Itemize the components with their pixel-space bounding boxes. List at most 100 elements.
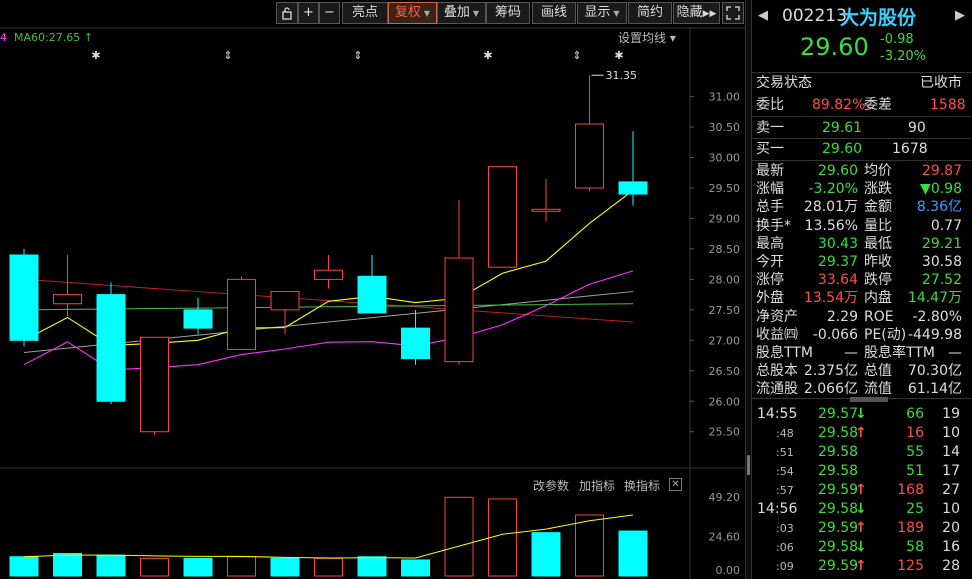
tick-row: :03 29.59 ↑ 189 20: [752, 519, 972, 538]
stat-label: 总股本: [756, 363, 798, 380]
stat-row: 涨幅 -3.20% 涨跌 ▼0.98: [752, 180, 972, 198]
trade-status-value: 已收市: [920, 75, 962, 91]
tick-time: 14:55: [757, 406, 798, 422]
sell1-price: 29.61: [822, 120, 863, 136]
next-stock-icon[interactable]: ▶: [955, 8, 965, 23]
stat-label: 涨停: [756, 272, 784, 289]
stat-row: 净资产 2.29 ROE -2.80%: [752, 308, 972, 326]
stat-value: -449.98: [907, 326, 962, 343]
stat-row: 总手 28.01万 金额 8.36亿: [752, 198, 972, 216]
hide-button[interactable]: 隐藏▶▶: [673, 2, 720, 24]
stat-value: 0.77: [930, 217, 962, 234]
panel-splitter[interactable]: [745, 0, 752, 579]
tick-row: :51 29.58 55 14: [752, 443, 972, 462]
stat-label: 净资产: [756, 308, 798, 325]
lock-icon[interactable]: [276, 2, 298, 24]
sell1-label: 卖一: [756, 120, 784, 136]
stat-label: 昨收: [864, 254, 892, 270]
price-axis-label: 28.00: [709, 273, 741, 286]
prev-stock-icon[interactable]: ◀: [758, 8, 768, 23]
stat-value: 33.64: [817, 272, 858, 289]
tick-row: :48 29.58 ↑ 16 10: [752, 424, 972, 443]
tick-price: 29.58: [818, 463, 859, 479]
tick-time: :48: [776, 427, 794, 440]
stat-value: 28.01万: [803, 199, 858, 216]
kline-chart-panel[interactable]: 31.00 30.50 30.00 29.50 29.00 28.50 28.00 27.50…: [0, 0, 746, 579]
add-indicator-button[interactable]: 加指标: [579, 477, 615, 494]
stat-row: 收益㈣ -0.066 PE(动) -449.98: [752, 326, 972, 344]
stat-label: 跌停: [864, 272, 892, 289]
stat-value: 61.14亿: [907, 381, 962, 398]
stat-value: ▼0.98: [920, 181, 962, 198]
stat-label: 最高: [756, 235, 784, 252]
ma60-legend: MA60:27.65 ↑: [14, 31, 93, 44]
splitter-grip-icon[interactable]: [747, 455, 750, 475]
stat-value: 2.066亿: [803, 381, 858, 398]
tick-price: 29.58: [818, 539, 859, 555]
stat-label: 股息TTM: [756, 345, 813, 361]
event-marker-icon: ⇕: [353, 49, 362, 62]
price-axis-label: 27.50: [709, 304, 741, 317]
switch-indicator-button[interactable]: 换指标: [624, 477, 660, 494]
volume-bar-up: [227, 556, 256, 577]
volume-bar-down: [401, 559, 430, 577]
stat-value: 8.36亿: [916, 199, 962, 216]
weibi-label: 委比: [756, 97, 784, 113]
tick-row: 14:56 29.58 ↓ 25 10: [752, 500, 972, 519]
stat-row: 外盘 13.54万 内盘 14.47万: [752, 289, 972, 307]
arrow-down-icon: ↓: [855, 539, 867, 555]
tick-price: 29.59: [818, 520, 859, 536]
stat-value: 70.30亿: [907, 363, 962, 380]
tick-price: 29.58: [818, 425, 859, 441]
arrow-up-icon: ↑: [855, 425, 867, 441]
highlight-button[interactable]: 亮点: [342, 2, 388, 24]
sell1-row: 卖一 29.61 90: [752, 118, 972, 138]
tick-volume: 16: [906, 425, 924, 441]
quote-panel: ◀ 002213 大为股份 ▶ 29.60 -0.98 -3.20% 交易状态 …: [752, 0, 972, 579]
tick-row: :57 29.59 ↑ 168 27: [752, 481, 972, 500]
arrow-up-icon: ↑: [855, 482, 867, 498]
stat-label: 换手*: [756, 217, 791, 234]
stat-label: 总手: [756, 199, 784, 216]
volume-axis-label: 24.60: [709, 531, 741, 544]
adjust-button[interactable]: 复权 ▼: [388, 2, 437, 24]
overlay-button[interactable]: 叠加 ▼: [437, 2, 486, 24]
stat-row: 总股本 2.375亿 总值 70.30亿: [752, 362, 972, 380]
stat-label: 最低: [864, 235, 892, 252]
candle-up: [444, 257, 474, 363]
stat-row: 换手* 13.56% 量比 0.77: [752, 217, 972, 235]
fullscreen-icon[interactable]: [722, 2, 744, 24]
chips-button[interactable]: 筹码: [486, 2, 530, 24]
zoom-out-button[interactable]: −: [319, 2, 340, 24]
change-params-button[interactable]: 改参数: [533, 477, 569, 494]
quote-header: ◀ 002213 大为股份 ▶ 29.60 -0.98 -3.20%: [752, 0, 972, 73]
volume-axis-label: 0.00: [716, 564, 741, 577]
simple-button[interactable]: 简约: [628, 2, 672, 24]
tick-count: 10: [942, 425, 960, 441]
ticks-scrollbar[interactable]: [850, 397, 888, 402]
tick-time: :54: [776, 465, 794, 478]
stat-value: 13.56%: [804, 217, 858, 234]
tick-row: :06 29.58 ↓ 58 16: [752, 538, 972, 557]
tick-count: 28: [942, 558, 960, 574]
stat-row: 流通股 2.066亿 流值 61.14亿: [752, 380, 972, 398]
candle-down: [9, 254, 39, 341]
buy1-label: 买一: [756, 141, 784, 157]
tick-time: :09: [776, 560, 794, 573]
stat-value: —: [948, 345, 962, 361]
tick-price: 29.58: [818, 444, 859, 460]
sell1-volume: 90: [908, 120, 926, 136]
volume-bar-down: [270, 557, 300, 577]
tick-time: :51: [776, 446, 794, 459]
close-indicator-icon[interactable]: ✕: [669, 478, 682, 491]
tick-count: 19: [942, 406, 960, 422]
display-button[interactable]: 显示 ▼: [577, 2, 627, 24]
ma-settings-button[interactable]: 设置均线 ▾: [618, 29, 676, 46]
zoom-in-button[interactable]: +: [298, 2, 319, 24]
stat-label: 涨跌: [864, 181, 892, 198]
tick-count: 14: [942, 444, 960, 460]
arrow-up-icon: ↑: [855, 520, 867, 536]
tick-price: 29.58: [818, 501, 859, 517]
volume-bar-down: [9, 556, 39, 577]
draw-line-button[interactable]: 画线: [532, 2, 576, 24]
